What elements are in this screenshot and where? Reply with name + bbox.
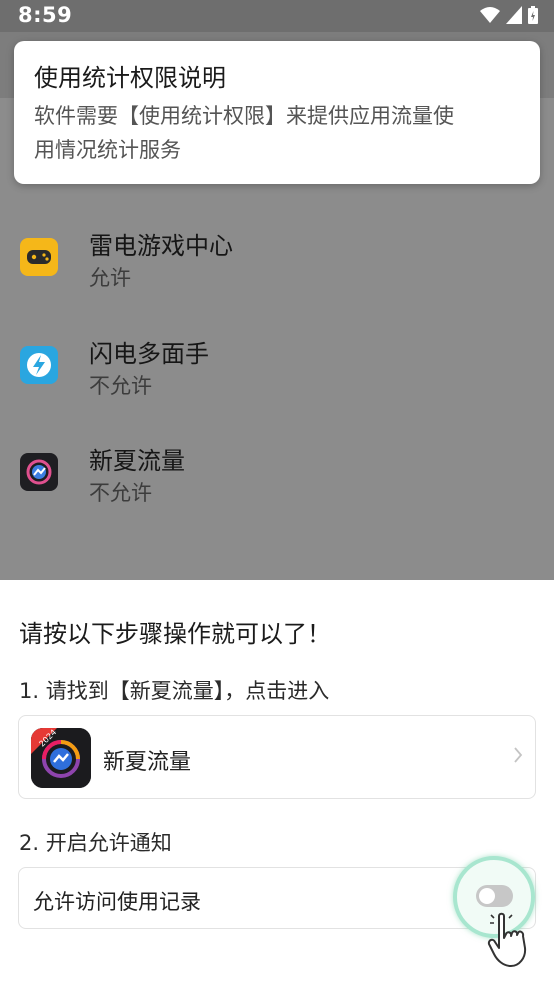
permission-description-line1: 软件需要【使用统计权限】来提供应用流量使 (34, 104, 454, 128)
lightning-icon (20, 346, 58, 384)
permission-explanation-card: 使用统计权限说明 软件需要【使用统计权限】来提供应用流量使 用情况统计服务 (14, 41, 540, 184)
battery-icon (528, 6, 538, 24)
gamepad-icon (20, 238, 58, 276)
app-list-item[interactable]: 闪电多面手 不允许 (0, 322, 554, 412)
status-bar: 8:59 (0, 0, 554, 32)
sheet-title: 请按以下步骤操作就可以了！ (19, 620, 331, 648)
app-permission-status: 不允许 (89, 481, 152, 505)
pointing-hand-icon (487, 912, 527, 967)
wifi-icon (480, 7, 500, 23)
chevron-right-icon (514, 747, 523, 763)
app-name: 雷电游戏中心 (89, 232, 233, 260)
permission-title: 使用统计权限说明 (34, 64, 226, 92)
toggle-knob (479, 888, 495, 904)
app-list-item[interactable]: 新夏流量 不允许 (0, 429, 554, 519)
app-permission-status: 允许 (89, 266, 131, 290)
target-app-card[interactable]: 2024 新夏流量 (18, 715, 536, 799)
step-2-text: 2. 开启允许通知 (19, 831, 172, 855)
signal-icon (506, 6, 522, 24)
usage-access-toggle[interactable] (476, 885, 513, 907)
app-name: 闪电多面手 (89, 340, 209, 368)
status-icons (480, 6, 538, 24)
traffic-app-icon: 2024 (31, 728, 91, 788)
app-list-item[interactable]: 雷电游戏中心 允许 (0, 214, 554, 304)
target-app-name: 新夏流量 (103, 750, 192, 775)
permission-description: 软件需要【使用统计权限】来提供应用流量使 用情况统计服务 (34, 99, 520, 167)
app-permission-status: 不允许 (89, 374, 152, 398)
app-name: 新夏流量 (89, 447, 185, 475)
usage-access-label: 允许访问使用记录 (33, 890, 201, 914)
permission-description-line2: 用情况统计服务 (34, 138, 181, 162)
traffic-icon (20, 453, 58, 491)
step-1-text: 1. 请找到【新夏流量】，点击进入 (19, 679, 330, 703)
status-time: 8:59 (18, 3, 73, 27)
